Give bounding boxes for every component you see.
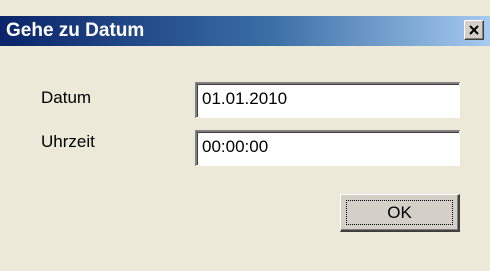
date-input[interactable]: 01.01.2010 xyxy=(195,82,460,118)
ok-button[interactable]: OK xyxy=(340,194,460,232)
time-label: Uhrzeit xyxy=(41,132,95,151)
dialog-title: Gehe zu Datum xyxy=(6,20,145,41)
date-label: Datum xyxy=(41,88,92,107)
close-button[interactable] xyxy=(464,20,484,40)
title-bar[interactable]: Gehe zu Datum xyxy=(0,16,490,46)
close-icon xyxy=(469,25,479,35)
ok-button-label: OK xyxy=(387,202,412,222)
dialog-body: Datum 01.01.2010 Uhrzeit 00:00:00 OK xyxy=(0,46,490,271)
goto-date-dialog: Gehe zu Datum Datum 01.01.2010 Uhrzeit 0… xyxy=(0,0,490,271)
time-input[interactable]: 00:00:00 xyxy=(195,130,460,166)
